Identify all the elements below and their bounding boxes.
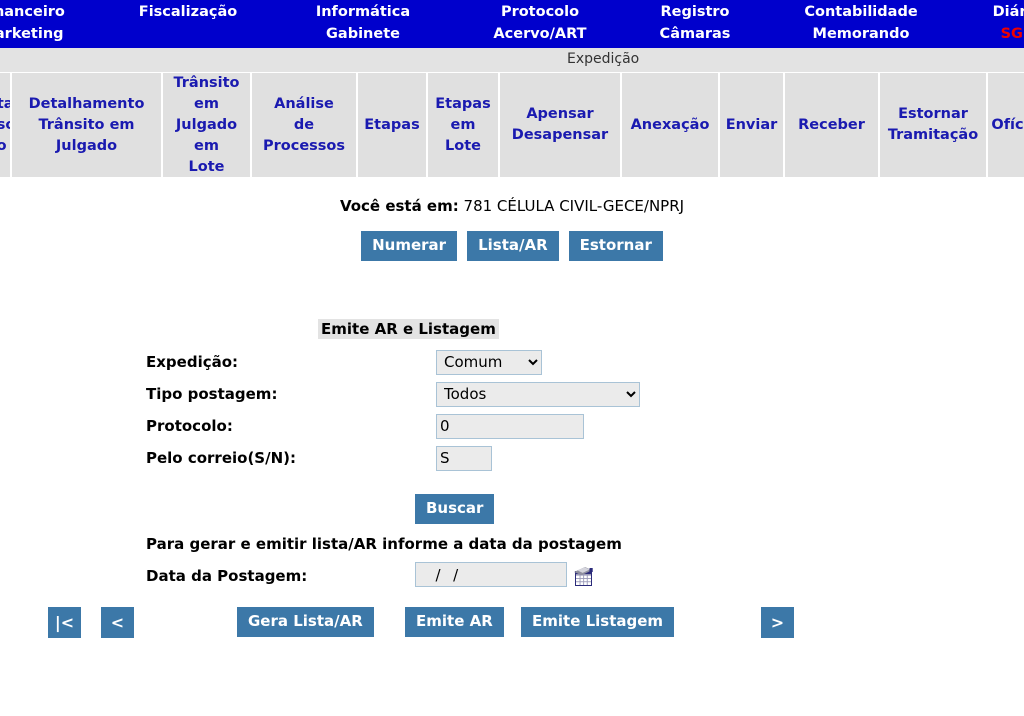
emite-listagem-button[interactable]: Emite Listagem bbox=[521, 607, 675, 637]
first-page-wrap: |< bbox=[48, 607, 81, 638]
data-postagem-input[interactable] bbox=[415, 562, 567, 587]
topnav-link[interactable]: Protocolo bbox=[470, 0, 610, 23]
topnav-link[interactable]: Câmaras bbox=[625, 23, 765, 45]
topnav-column-6: DiárioSGS bbox=[962, 0, 1024, 45]
numerar-button[interactable]: Numerar bbox=[361, 231, 458, 261]
form-row-protocolo: Protocolo: bbox=[146, 410, 640, 442]
emite-listagem-wrap: Emite Listagem bbox=[521, 607, 675, 637]
module-tab[interactable]: Trânsito em Julgado em Lote bbox=[163, 73, 252, 179]
protocolo-input[interactable] bbox=[436, 413, 584, 439]
next-page-button[interactable]: > bbox=[761, 607, 794, 638]
tipo-postagem-select[interactable]: Todos bbox=[436, 381, 640, 407]
expedicao-select[interactable]: Comum bbox=[436, 349, 542, 375]
topnav-link[interactable]: Contabilidade bbox=[790, 0, 932, 23]
module-tab[interactable]: Receber bbox=[785, 73, 880, 179]
module-tab-label: Detalhamento Trânsito em Julgado bbox=[28, 95, 145, 154]
module-tab-label: Trânsito em Julgado em Lote bbox=[173, 74, 240, 175]
data-postagem-row: Data da Postagem: bbox=[146, 562, 594, 587]
breadcrumb-bar: Expedição bbox=[0, 48, 1024, 73]
module-tab[interactable]: Estornar Tramitação bbox=[880, 73, 988, 179]
form-row-tipo-postagem: Tipo postagem: Todos bbox=[146, 378, 640, 410]
module-tab[interactable]: Apensar Desapensar bbox=[500, 73, 622, 179]
calendar-icon[interactable] bbox=[572, 566, 594, 587]
topnav-link[interactable]: Financeiro bbox=[0, 0, 82, 23]
search-button-row: Buscar bbox=[415, 494, 495, 524]
gera-lista-wrap: Gera Lista/AR bbox=[237, 607, 374, 637]
pagination-and-actions: |< < Gera Lista/AR Emite AR Emite Listag… bbox=[0, 607, 1024, 647]
module-tab-label: Análise de Processos bbox=[262, 95, 346, 154]
topnav-link[interactable]: Marketing bbox=[0, 23, 82, 45]
topnav-link[interactable]: SGS bbox=[962, 23, 1024, 45]
topnav-link[interactable]: Fiscalização bbox=[118, 0, 258, 23]
topnav-link[interactable]: Informática bbox=[293, 0, 433, 23]
lista-ar-button[interactable]: Lista/AR bbox=[467, 231, 559, 261]
buscar-button[interactable]: Buscar bbox=[415, 494, 495, 524]
module-tab[interactable]: Detalhamento Trânsito em Julgado bbox=[12, 73, 163, 179]
postagem-hint-text: Para gerar e emitir lista/AR informe a d… bbox=[146, 535, 622, 553]
topnav-column-4: Registro Câmaras bbox=[625, 0, 765, 45]
module-tab-label: Receber bbox=[798, 116, 865, 133]
current-location-value: 781 CÉLULA CIVIL-GECE/NPRJ bbox=[463, 197, 685, 215]
module-tab-label: Etapas em Lote bbox=[435, 95, 491, 154]
breadcrumb: Expedição bbox=[567, 51, 640, 67]
module-tab-label: Anexação bbox=[630, 116, 710, 133]
prev-page-wrap: < bbox=[101, 607, 134, 638]
module-tab-label: Ofício bbox=[991, 116, 1024, 133]
module-tab[interactable]: Anexação bbox=[622, 73, 720, 179]
module-tab[interactable]: Etapas em Lote bbox=[428, 73, 500, 179]
emite-ar-wrap: Emite AR bbox=[405, 607, 504, 637]
topnav-link[interactable]: Memorando bbox=[790, 23, 932, 45]
module-tab-label: Apensar Desapensar bbox=[511, 106, 609, 143]
first-page-button[interactable]: |< bbox=[48, 607, 81, 638]
form-row-pelo-correio: Pelo correio(S/N): bbox=[146, 442, 640, 474]
topnav-link[interactable]: Registro bbox=[625, 0, 765, 23]
prev-page-button[interactable]: < bbox=[101, 607, 134, 638]
pelo-correio-input[interactable] bbox=[436, 445, 492, 471]
module-tab[interactable]: Ofício bbox=[988, 73, 1024, 179]
module-tab[interactable]: Enviar bbox=[720, 73, 785, 179]
next-page-wrap: > bbox=[761, 607, 794, 638]
topnav-link[interactable]: Acervo/ART bbox=[470, 23, 610, 45]
topnav-column-0: FinanceiroMarketing bbox=[0, 0, 82, 45]
module-tab-bar: ConsultaProcessoJulgado DetalhamentoTrâns… bbox=[0, 73, 1024, 181]
pelo-correio-label: Pelo correio(S/N): bbox=[146, 449, 296, 467]
module-tab-label: Enviar bbox=[725, 116, 778, 133]
current-location: Você está em: 781 CÉLULA CIVIL-GECE/NPRJ bbox=[0, 197, 1024, 215]
form-row-expedicao: Expedição: Comum bbox=[146, 346, 640, 378]
top-navigation-bar: FinanceiroMarketing Fiscalização Informáti… bbox=[0, 0, 1024, 48]
tipo-postagem-label: Tipo postagem: bbox=[146, 385, 278, 403]
form-fields-table: Expedição: Comum Tipo postagem: Todos Pr… bbox=[146, 346, 640, 474]
topnav-column-3: Protocolo Acervo/ART bbox=[470, 0, 610, 45]
expedicao-label: Expedição: bbox=[146, 353, 239, 371]
topnav-column-5: Contabilidade Memorando bbox=[790, 0, 932, 45]
current-location-label: Você está em: bbox=[339, 197, 459, 215]
module-tab-label: ConsultaProcessoJulgado bbox=[0, 94, 10, 157]
topnav-column-2: Informática Gabinete bbox=[293, 0, 433, 45]
gera-lista-ar-button[interactable]: Gera Lista/AR bbox=[237, 607, 374, 637]
data-postagem-label: Data da Postagem: bbox=[146, 567, 308, 585]
topnav-column-1: Fiscalização bbox=[118, 0, 258, 23]
module-tab[interactable]: ConsultaProcessoJulgado bbox=[0, 73, 12, 179]
top-action-buttons: Numerar Lista/AR Estornar bbox=[0, 231, 1024, 261]
emite-ar-button[interactable]: Emite AR bbox=[405, 607, 504, 637]
form-title: Emite AR e Listagem bbox=[318, 319, 499, 339]
module-tab[interactable]: Etapas bbox=[358, 73, 428, 179]
module-tab-label: Estornar Tramitação bbox=[887, 106, 979, 143]
module-tab-label: Etapas bbox=[364, 116, 420, 133]
topnav-link[interactable]: Diário bbox=[962, 0, 1024, 23]
topnav-link[interactable]: Gabinete bbox=[293, 23, 433, 45]
estornar-button[interactable]: Estornar bbox=[568, 231, 663, 261]
protocolo-label: Protocolo: bbox=[146, 417, 233, 435]
module-tab[interactable]: Análise de Processos bbox=[252, 73, 358, 179]
